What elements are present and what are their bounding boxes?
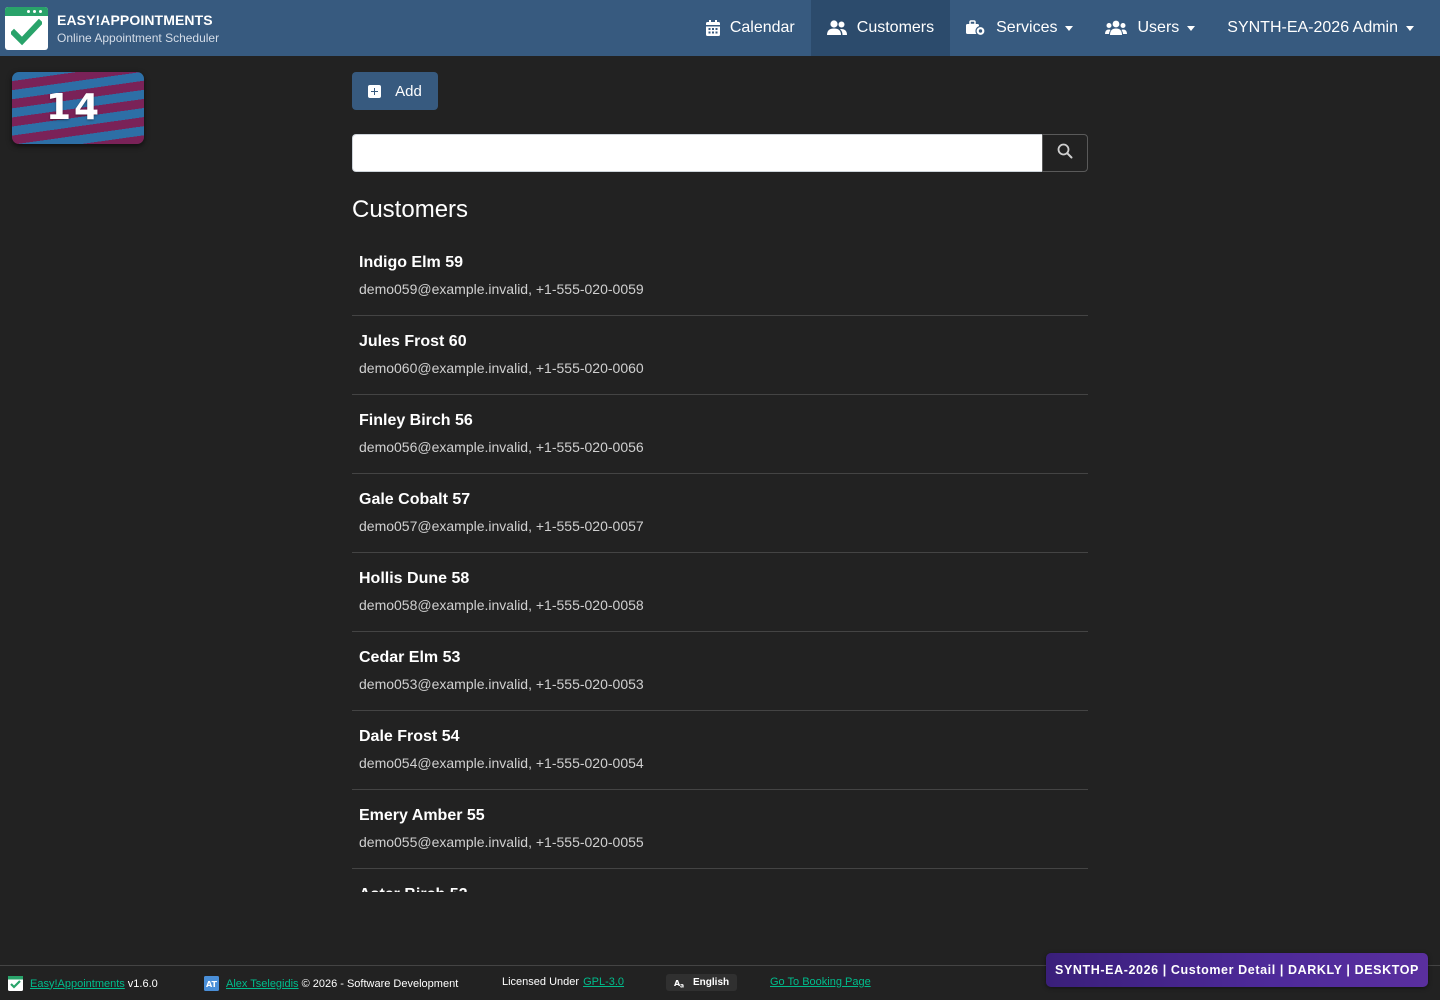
brand[interactable]: EASY!APPOINTMENTS Online Appointment Sch… (0, 0, 219, 56)
customer-contact: demo054@example.invalid, +1-555-020-0054 (359, 755, 644, 771)
customer-name: Dale Frost 54 (359, 728, 460, 745)
brand-title: EASY!APPOINTMENTS (57, 11, 213, 28)
main-nav: Calendar Customers Services Users SYNTH-… (690, 0, 1440, 56)
customer-row[interactable]: Finley Birch 56 demo056@example.invalid,… (352, 395, 1088, 474)
customer-row[interactable]: Dale Frost 54 demo054@example.invalid, +… (352, 711, 1088, 790)
nav-users[interactable]: Users (1089, 0, 1211, 56)
author-logo-icon: AT (204, 976, 219, 991)
footer-license-prefix: Licensed Under (502, 976, 580, 988)
users-icon (826, 20, 847, 36)
customer-contact: demo058@example.invalid, +1-555-020-0058 (359, 597, 644, 613)
svg-text:AT: AT (206, 980, 218, 989)
customer-name: Aster Birch 52 (359, 886, 1081, 892)
booking-page-link[interactable]: Go To Booking Page (770, 976, 871, 988)
search-input[interactable] (352, 134, 1042, 172)
plus-square-icon (368, 84, 382, 98)
nav-services-label: Services (996, 19, 1058, 36)
brand-subtitle: Online Appointment Scheduler (57, 30, 220, 45)
services-icon (966, 20, 986, 36)
customer-contact: demo059@example.invalid, +1-555-020-0059 (359, 281, 644, 297)
customer-row[interactable]: Jules Frost 60 demo060@example.invalid, … (352, 316, 1088, 395)
add-customer-button[interactable]: Add (352, 72, 438, 110)
search-icon (1057, 143, 1073, 164)
customer-row[interactable]: Indigo Elm 59 demo059@example.invalid, +… (352, 237, 1088, 316)
footer-app-link[interactable]: Easy!Appointments (30, 978, 125, 990)
page-banner: SYNTH-EA-2026 | Customer Detail | DARKLY… (1046, 953, 1428, 987)
nav-customers[interactable]: Customers (810, 0, 951, 56)
customer-name: Jules Frost 60 (359, 333, 467, 350)
customer-name: Cedar Elm 53 (359, 649, 461, 666)
language-icon: A a (674, 978, 685, 988)
footer-copyright: © 2026 - Software Development (301, 977, 459, 990)
svg-text:a: a (680, 982, 684, 988)
customer-contact: demo060@example.invalid, +1-555-020-0060 (359, 360, 644, 376)
customer-name: Emery Amber 55 (359, 807, 485, 824)
language-label: English (693, 977, 730, 988)
customer-name: Finley Birch 56 (359, 412, 473, 429)
add-button-label: Add (395, 82, 422, 100)
chevron-down-icon (1187, 25, 1196, 31)
customer-row[interactable]: Hollis Dune 58 demo058@example.invalid, … (352, 553, 1088, 632)
nav-calendar-label: Calendar (729, 19, 795, 36)
customers-heading: Customers (352, 196, 469, 223)
nav-customers-label: Customers (856, 19, 935, 36)
footer-author-link[interactable]: Alex Tselegidis (226, 978, 299, 990)
users-group-icon (1105, 20, 1128, 36)
nav-services[interactable]: Services (950, 0, 1089, 56)
chevron-down-icon (1065, 25, 1074, 31)
count-badge: 14 (12, 72, 144, 144)
customer-contact: demo053@example.invalid, +1-555-020-0053 (359, 676, 644, 692)
customer-row[interactable]: Emery Amber 55 demo055@example.invalid, … (352, 790, 1088, 869)
footer-license-link[interactable]: GPL-3.0 (583, 976, 624, 988)
footer-language: A a English (666, 974, 738, 991)
customer-list[interactable]: Indigo Elm 59 demo059@example.invalid, +… (352, 237, 1088, 892)
footer-app-info: Easy!Appointments v1.6.0 (8, 976, 158, 991)
customer-name: Gale Cobalt 57 (359, 491, 471, 508)
search-bar (352, 134, 1088, 172)
nav-admin-label: SYNTH-EA-2026 Admin (1227, 19, 1398, 36)
top-navbar: EASY!APPOINTMENTS Online Appointment Sch… (0, 0, 1440, 56)
nav-users-label: Users (1137, 19, 1180, 36)
app-logo-icon (5, 6, 48, 50)
language-button[interactable]: A a English (666, 974, 738, 991)
customer-contact: demo055@example.invalid, +1-555-020-0055 (359, 834, 644, 850)
customer-contact: demo056@example.invalid, +1-555-020-0056 (359, 439, 644, 455)
footer-booking: Go To Booking Page (770, 976, 871, 988)
customer-row[interactable]: Gale Cobalt 57 demo057@example.invalid, … (352, 474, 1088, 553)
customer-name: Hollis Dune 58 (359, 570, 470, 587)
footer-license: Licensed Under GPL-3.0 (502, 976, 624, 988)
footer-version: v1.6.0 (127, 977, 158, 990)
footer-author-info: AT Alex Tselegidis © 2026 - Software Dev… (204, 976, 458, 991)
calendar-icon (705, 20, 720, 36)
customer-name: Indigo Elm 59 (359, 254, 464, 271)
chevron-down-icon (1406, 25, 1414, 31)
nav-calendar[interactable]: Calendar (690, 0, 811, 56)
count-badge-number: 14 (45, 86, 103, 128)
app-logo-small-icon (8, 976, 23, 991)
nav-admin-menu[interactable]: SYNTH-EA-2026 Admin (1211, 0, 1430, 56)
customer-contact: demo057@example.invalid, +1-555-020-0057 (359, 518, 644, 534)
search-button[interactable] (1042, 134, 1088, 172)
customer-row[interactable]: Cedar Elm 53 demo053@example.invalid, +1… (352, 632, 1088, 711)
customer-row[interactable]: Aster Birch 52 (352, 869, 1088, 892)
